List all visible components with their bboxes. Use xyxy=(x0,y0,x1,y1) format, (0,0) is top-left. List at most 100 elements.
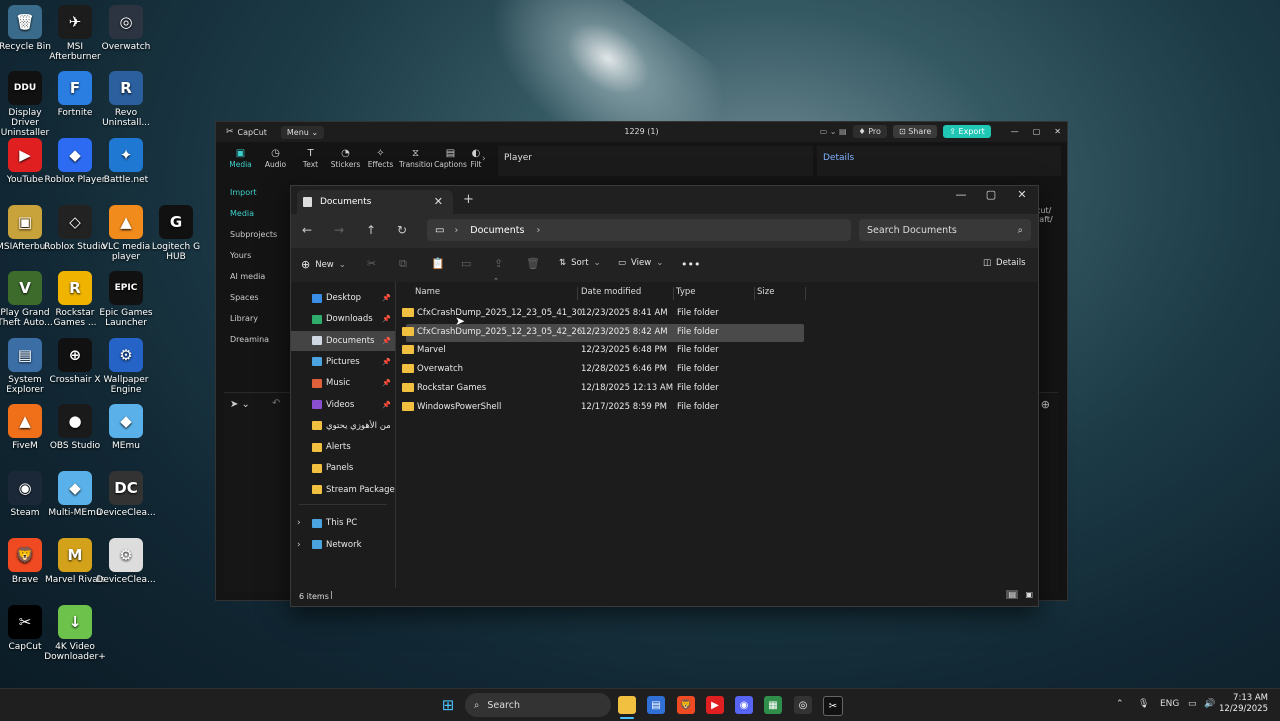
nav-item[interactable]: من الأهوزي يحتوي xyxy=(291,416,395,436)
capcut-tool-filt[interactable]: ◐ Filt xyxy=(469,148,483,169)
expand-chevron-icon[interactable]: › xyxy=(297,518,301,528)
capcut-menu-button[interactable]: Menu ⌄ xyxy=(280,125,325,139)
back-icon[interactable]: ← xyxy=(302,223,312,237)
refresh-icon[interactable]: ↻ xyxy=(397,223,407,237)
breadcrumb-chevron-icon[interactable]: › xyxy=(454,225,458,236)
taskbar-search[interactable]: ⌕ Search xyxy=(465,693,611,717)
language-indicator[interactable]: ENG xyxy=(1160,699,1179,709)
more-options-icon[interactable]: ••• xyxy=(681,258,700,271)
nav-item[interactable]: Desktop 📌 xyxy=(291,288,395,308)
nav-item[interactable]: Videos 📌 xyxy=(291,395,395,415)
capcut-sidebar-item[interactable]: AI media xyxy=(224,266,296,287)
nav-item[interactable]: Music 📌 xyxy=(291,373,395,393)
capcut-sidebar-item[interactable]: Spaces xyxy=(224,287,296,308)
cut-icon[interactable]: ✂ xyxy=(367,257,376,270)
file-row[interactable]: Overwatch 12/28/2025 6:46 PM File folder xyxy=(402,361,804,379)
share-button[interactable]: ⊡ Share xyxy=(892,125,938,138)
capcut-tool-media[interactable]: ▣ Media xyxy=(224,148,257,169)
copy-icon[interactable]: ⧉ xyxy=(399,257,407,271)
zoom-icon[interactable]: ⊕ xyxy=(1041,398,1050,411)
capcut-sidebar-item[interactable]: Import xyxy=(224,182,296,203)
nav-item[interactable]: Pictures 📌 xyxy=(291,352,395,372)
view-button[interactable]: ▭ View ⌄ xyxy=(618,258,663,268)
file-row[interactable]: WindowsPowerShell 12/17/2025 8:59 PM File … xyxy=(402,399,804,417)
spreadsheet-icon[interactable]: ▦ xyxy=(764,696,782,714)
share-icon[interactable]: ⇪ xyxy=(494,257,503,270)
desktop-icon[interactable]: G Logitech G HUB xyxy=(145,205,207,262)
nav-item[interactable]: Panels xyxy=(291,458,395,478)
network-icon[interactable]: ▭ xyxy=(1188,699,1197,709)
layout-icon[interactable]: ▭ ⌄ ▤ xyxy=(820,127,847,136)
column-name[interactable]: Name xyxy=(415,287,578,300)
file-explorer-icon[interactable] xyxy=(618,696,636,714)
capcut-icon[interactable]: ✂ xyxy=(823,696,843,716)
minimize-icon[interactable]: — xyxy=(951,188,971,201)
store-icon[interactable]: ▤ xyxy=(647,696,665,714)
microphone-icon[interactable]: 🎙 xyxy=(1138,699,1149,709)
search-input[interactable]: Search Documents ⌕ xyxy=(859,219,1031,241)
tab-documents[interactable]: Documents ✕ xyxy=(297,190,453,214)
up-icon[interactable]: ↑ xyxy=(366,223,376,237)
sort-button[interactable]: ⇅ Sort ⌄ xyxy=(559,258,601,268)
capcut-tool-stickers[interactable]: ◔ Stickers xyxy=(329,148,362,169)
new-button[interactable]: ⊕ New ⌄ xyxy=(301,258,346,271)
rename-icon[interactable]: ▭ xyxy=(461,257,471,270)
desktop-icon[interactable]: ⚙ Wallpaper Engine xyxy=(95,338,157,395)
maximize-icon[interactable]: ▢ xyxy=(1033,127,1041,136)
breadcrumb-chevron-icon[interactable]: › xyxy=(536,225,540,236)
nav-item[interactable]: › This PC xyxy=(291,513,395,533)
capcut-tool-effects[interactable]: ✧ Effects xyxy=(364,148,397,169)
delete-icon[interactable]: 🗑 xyxy=(526,257,540,270)
expand-chevron-icon[interactable]: › xyxy=(297,540,301,550)
nav-item[interactable]: Downloads 📌 xyxy=(291,309,395,329)
new-tab-icon[interactable]: + xyxy=(463,192,474,207)
capcut-tool-captions[interactable]: ▤ Captions xyxy=(434,148,467,169)
file-row[interactable]: Marvel 12/23/2025 6:48 PM File folder xyxy=(402,342,804,360)
desktop-icon[interactable]: ✦ Battle.net xyxy=(95,138,157,185)
capcut-sidebar-item[interactable]: Library xyxy=(224,308,296,329)
export-button[interactable]: ⇪ Export xyxy=(943,125,991,138)
close-icon[interactable]: ✕ xyxy=(1054,127,1061,136)
file-row[interactable]: CfxCrashDump_2025_12_23_05_42_26 12/23/20… xyxy=(402,323,804,342)
capcut-tool-transitions[interactable]: ⧖Transitions xyxy=(399,148,432,169)
capcut-tool-text[interactable]: T Text xyxy=(294,148,327,169)
details-pane-button[interactable]: ◫ Details xyxy=(983,258,1026,268)
desktop-icon[interactable]: ◎ Overwatch xyxy=(95,5,157,52)
capcut-sidebar-item[interactable]: Dreamina xyxy=(224,329,296,350)
volume-icon[interactable]: 🔊 xyxy=(1204,699,1215,709)
discord-icon[interactable]: ◉ xyxy=(735,696,753,714)
capcut-sidebar-item[interactable]: Media xyxy=(224,203,296,224)
details-view-icon[interactable]: ▤ xyxy=(1006,590,1018,599)
column-size[interactable]: Size xyxy=(757,287,806,300)
file-row[interactable]: Rockstar Games 12/18/2025 12:13 AM File fo… xyxy=(402,380,804,398)
desktop-icon[interactable]: ⚙ DeviceClea... xyxy=(95,538,157,585)
show-hidden-icons-icon[interactable]: ⌃ xyxy=(1116,699,1124,709)
nav-item[interactable]: Documents 📌 xyxy=(291,330,395,351)
toolbar-scroll-icon[interactable]: › xyxy=(482,154,486,164)
address-bar[interactable]: ▭ › Documents › xyxy=(427,219,851,241)
breadcrumb-documents[interactable]: Documents xyxy=(470,225,524,236)
capcut-sidebar-item[interactable]: Subprojects xyxy=(224,224,296,245)
tiles-view-icon[interactable]: ▣ xyxy=(1025,590,1033,599)
minimize-icon[interactable]: — xyxy=(1011,127,1019,136)
desktop-icon[interactable]: R Revo Uninstall... xyxy=(95,71,157,128)
column-date-modified[interactable]: Date modified xyxy=(581,287,674,300)
pro-button[interactable]: ♦ Pro xyxy=(852,125,887,138)
paste-icon[interactable]: 📋 xyxy=(431,257,445,270)
undo-icon[interactable]: ↶ xyxy=(272,398,280,409)
desktop-icon[interactable]: ↓ 4K Video Downloader+ xyxy=(44,605,106,662)
column-type[interactable]: Type xyxy=(676,287,755,300)
youtube-icon[interactable]: ▶ xyxy=(706,696,724,714)
nav-item[interactable]: Alerts xyxy=(291,437,395,457)
close-window-icon[interactable]: ✕ xyxy=(1012,188,1032,201)
capcut-sidebar-item[interactable]: Yours xyxy=(224,245,296,266)
nav-item[interactable]: › Network xyxy=(291,535,395,555)
desktop-icon[interactable]: DC DeviceClea... xyxy=(95,471,157,518)
forward-icon[interactable]: → xyxy=(334,223,344,237)
select-cursor-icon[interactable]: ➤ ⌄ xyxy=(230,399,250,410)
nav-item[interactable]: Stream Package xyxy=(291,480,395,500)
brave-icon[interactable]: 🦁 xyxy=(677,696,695,714)
desktop-icon[interactable]: EPIC Epic Games Launcher xyxy=(95,271,157,328)
close-tab-icon[interactable]: ✕ xyxy=(434,195,443,208)
file-row[interactable]: CfxCrashDump_2025_12_23_05_41_30 12/23/20… xyxy=(402,305,804,323)
